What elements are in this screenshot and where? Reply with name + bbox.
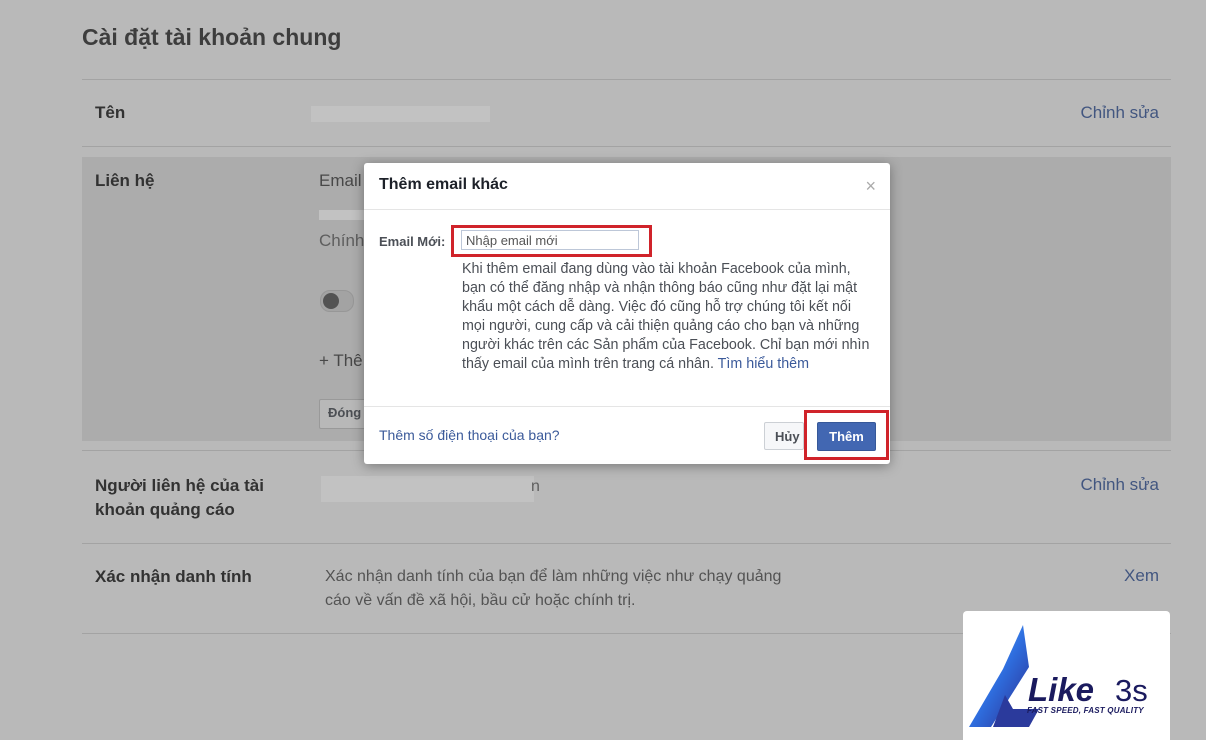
dialog-footer: Thêm số điện thoại của bạn? Hủy Thêm (364, 406, 890, 465)
add-email-button[interactable]: Thêm (817, 422, 876, 451)
logo-number-text: 3s (1115, 673, 1148, 708)
add-email-dialog: Thêm email khác × Email Mới: Khi thêm em… (364, 163, 890, 464)
new-email-label: Email Mới: (379, 234, 446, 249)
logo-brand-text: Like (1028, 671, 1095, 708)
brand-logo: Like 3s FAST SPEED, FAST QUALITY (963, 611, 1170, 740)
dialog-header: Thêm email khác × (364, 163, 890, 210)
dialog-description: Khi thêm email đang dùng vào tài khoản F… (462, 260, 877, 374)
logo-tagline: FAST SPEED, FAST QUALITY (1027, 706, 1144, 715)
learn-more-link[interactable]: Tìm hiểu thêm (718, 356, 809, 372)
cancel-button[interactable]: Hủy (764, 422, 804, 450)
add-phone-link[interactable]: Thêm số điện thoại của bạn? (379, 427, 560, 443)
new-email-input[interactable] (461, 230, 639, 250)
dialog-title: Thêm email khác (379, 176, 508, 193)
close-icon[interactable]: × (865, 176, 876, 197)
